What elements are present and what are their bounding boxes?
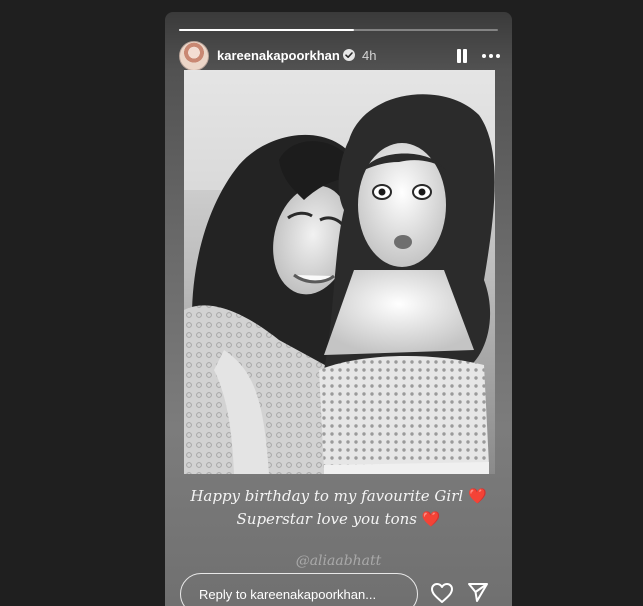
post-time: 4h	[362, 48, 377, 63]
story-progress-bar	[179, 29, 498, 31]
caption-line-2-text: Superstar love you tons	[236, 510, 418, 528]
caption-line-1: Happy birthday to my favourite Girl ❤️	[165, 485, 512, 508]
story-progress-fill	[179, 29, 355, 31]
pause-icon[interactable]	[454, 47, 470, 65]
username[interactable]: kareenakapoorkhan	[217, 48, 340, 63]
heart-icon[interactable]	[430, 582, 454, 604]
mention-tag[interactable]: @aliaabhatt	[165, 553, 512, 569]
more-options-icon[interactable]	[481, 47, 501, 65]
red-heart-icon: ❤️	[421, 510, 441, 528]
story-photo	[184, 70, 495, 474]
story-viewer: kareenakapoorkhan 4h Happy birthday to m…	[165, 12, 512, 606]
red-heart-icon: ❤️	[467, 487, 487, 505]
story-header: kareenakapoorkhan 4h	[179, 40, 501, 72]
send-icon[interactable]	[467, 581, 489, 603]
page: kareenakapoorkhan 4h Happy birthday to m…	[0, 0, 643, 606]
reply-input[interactable]	[180, 573, 418, 606]
caption-line-1-text: Happy birthday to my favourite Girl	[190, 487, 464, 505]
caption-line-2: Superstar love you tons ❤️	[165, 508, 512, 531]
avatar[interactable]	[179, 41, 209, 71]
verified-badge-icon	[343, 49, 355, 61]
story-caption: Happy birthday to my favourite Girl ❤️ S…	[165, 485, 512, 531]
